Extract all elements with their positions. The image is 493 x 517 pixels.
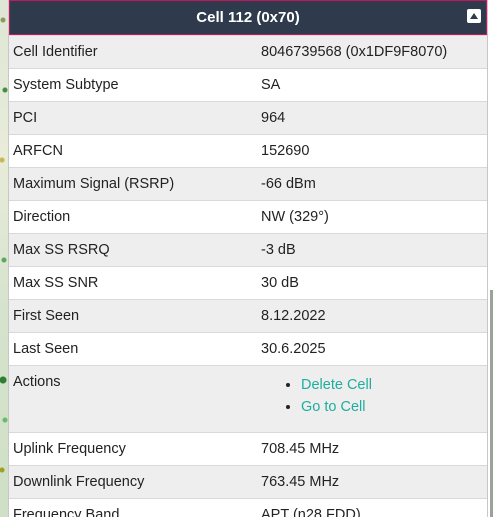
row-label: Uplink Frequency	[9, 432, 257, 466]
table-row: ARFCN 152690	[9, 134, 487, 168]
table-row: Downlink Frequency 763.45 MHz	[9, 465, 487, 499]
collapse-button[interactable]	[467, 9, 481, 23]
row-label: Frequency Band	[9, 498, 257, 517]
table-row: Max SS RSRQ -3 dB	[9, 233, 487, 267]
delete-cell-link[interactable]: Delete Cell	[301, 377, 372, 393]
go-to-cell-link[interactable]: Go to Cell	[301, 399, 365, 415]
panel-header: Cell 112 (0x70)	[9, 0, 487, 35]
actions-cell: Delete Cell Go to Cell	[257, 365, 487, 433]
table-row: Uplink Frequency 708.45 MHz	[9, 432, 487, 466]
row-value: 30 dB	[257, 266, 487, 300]
row-value: -66 dBm	[257, 167, 487, 201]
row-label: Max SS SNR	[9, 266, 257, 300]
row-value: 30.6.2025	[257, 332, 487, 366]
table-row: Frequency Band APT (n28 FDD)	[9, 498, 487, 517]
table-row: Last Seen 30.6.2025	[9, 332, 487, 366]
row-value: NW (329°)	[257, 200, 487, 234]
row-label: Maximum Signal (RSRP)	[9, 167, 257, 201]
table-row: Maximum Signal (RSRP) -66 dBm	[9, 167, 487, 201]
row-label: Direction	[9, 200, 257, 234]
row-label: Last Seen	[9, 332, 257, 366]
row-value: APT (n28 FDD)	[257, 498, 487, 517]
cell-info-panel: Cell 112 (0x70) Cell Identifier 80467395…	[8, 0, 488, 517]
table-row: System Subtype SA	[9, 68, 487, 102]
row-value: 708.45 MHz	[257, 432, 487, 466]
row-label: Cell Identifier	[9, 35, 257, 69]
table-row: PCI 964	[9, 101, 487, 135]
row-value: 152690	[257, 134, 487, 168]
row-value: -3 dB	[257, 233, 487, 267]
table-row: Cell Identifier 8046739568 (0x1DF9F8070)	[9, 35, 487, 69]
row-value: SA	[257, 68, 487, 102]
row-label: PCI	[9, 101, 257, 135]
list-item: Go to Cell	[301, 396, 483, 418]
actions-label: Actions	[9, 365, 257, 433]
actions-list: Delete Cell Go to Cell	[261, 374, 483, 418]
actions-row: Actions Delete Cell Go to Cell	[9, 365, 487, 433]
map-background-left	[0, 0, 8, 517]
row-label: Downlink Frequency	[9, 465, 257, 499]
row-value: 763.45 MHz	[257, 465, 487, 499]
caret-up-icon	[470, 13, 478, 19]
table-row: Direction NW (329°)	[9, 200, 487, 234]
row-label: First Seen	[9, 299, 257, 333]
table-row: First Seen 8.12.2022	[9, 299, 487, 333]
cell-properties-table: Cell Identifier 8046739568 (0x1DF9F8070)…	[9, 35, 487, 517]
row-value: 964	[257, 101, 487, 135]
row-label: ARFCN	[9, 134, 257, 168]
list-item: Delete Cell	[301, 374, 483, 396]
row-value: 8.12.2022	[257, 299, 487, 333]
row-label: Max SS RSRQ	[9, 233, 257, 267]
row-value: 8046739568 (0x1DF9F8070)	[257, 35, 487, 69]
table-row: Max SS SNR 30 dB	[9, 266, 487, 300]
panel-title: Cell 112 (0x70)	[196, 9, 300, 26]
row-label: System Subtype	[9, 68, 257, 102]
